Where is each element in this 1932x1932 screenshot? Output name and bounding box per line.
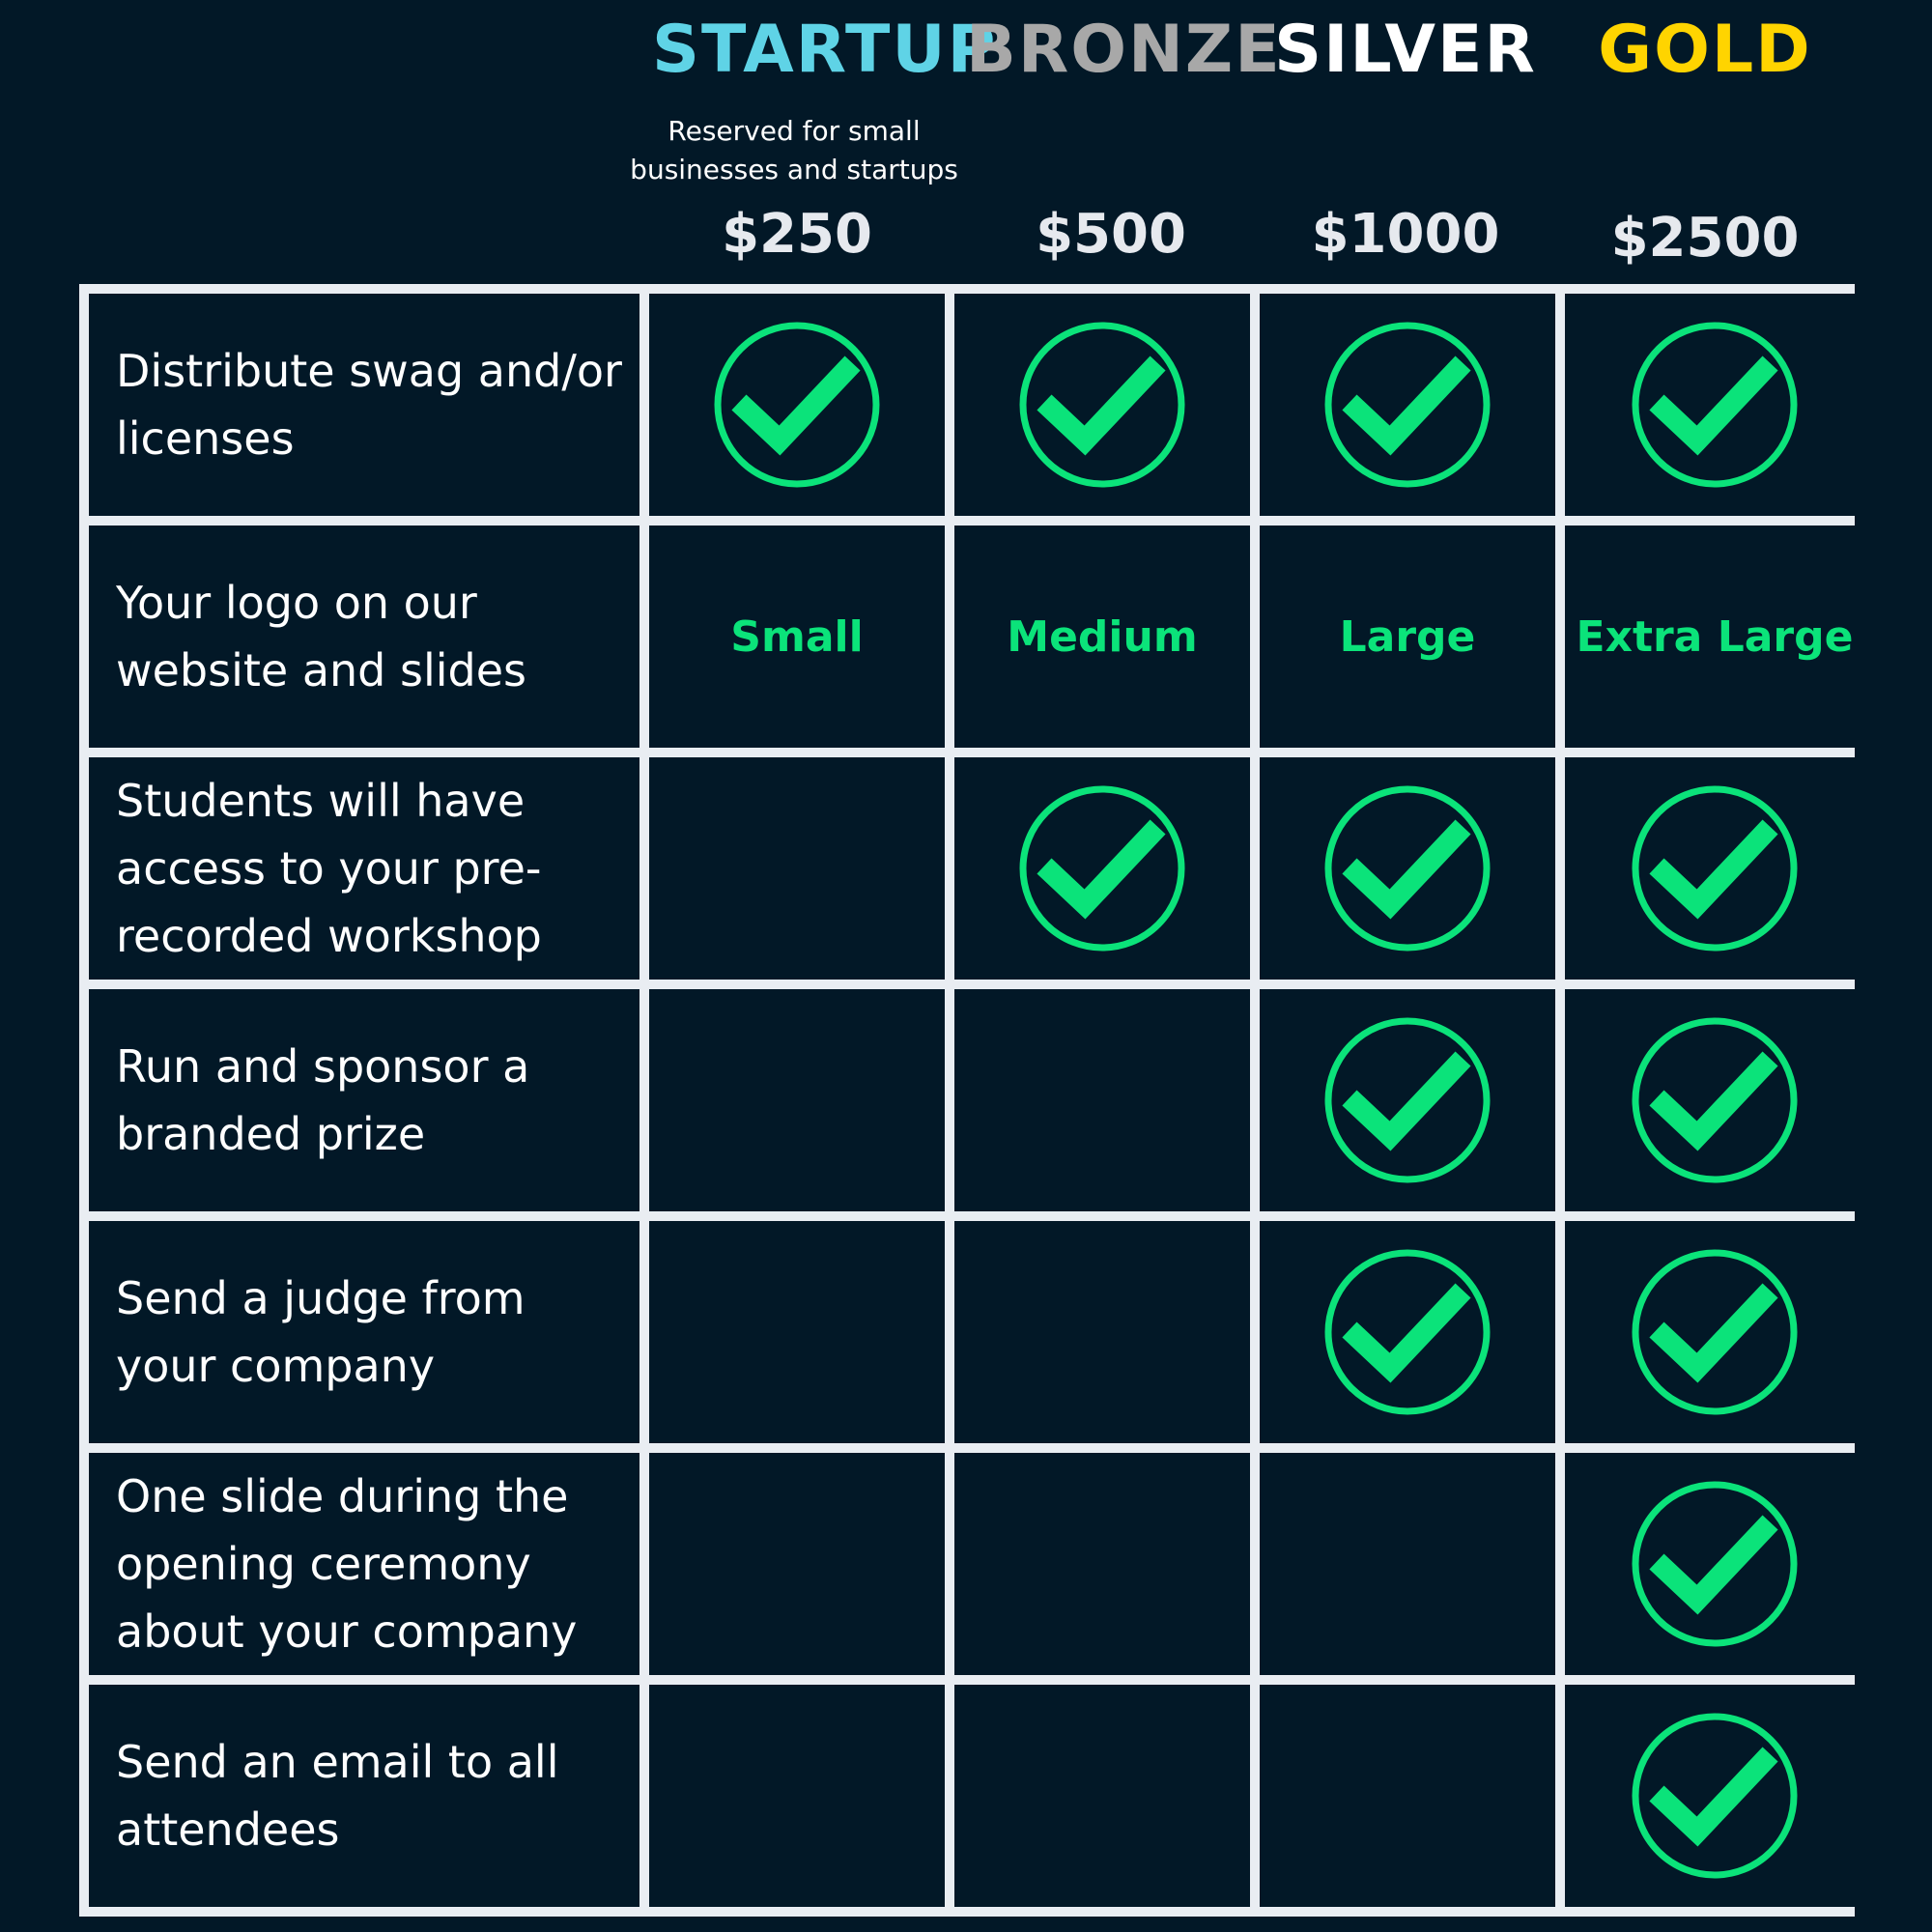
tier-price-silver: $1000 [1311,203,1500,266]
benefit-label-cell: Students will have access to your pre-re… [89,757,639,980]
benefit-cell-silver [1260,294,1555,516]
benefit-cell-silver [1260,1453,1555,1675]
check-circle-icon [1628,781,1802,955]
tier-price-gold: $2500 [1610,207,1800,270]
benefit-cell-gold [1565,1685,1864,1907]
check-circle-icon [1628,1477,1802,1651]
benefit-cell-startup [649,1221,945,1443]
logo-size-label: Small [730,611,864,662]
check-circle-icon [1321,1013,1494,1187]
check-circle-icon [1321,318,1494,492]
benefit-label-cell: Distribute swag and/or licenses [89,294,639,516]
benefit-cell-gold [1565,1453,1864,1675]
check-circle-icon [1015,318,1189,492]
benefit-cell-gold [1565,1221,1864,1443]
benefit-label: One slide during the opening ceremony ab… [116,1470,578,1658]
benefit-label-cell: Your logo on our website and slides [89,526,639,748]
logo-size-label: Large [1339,611,1476,662]
benefit-cell-startup [649,989,945,1211]
benefit-cell-silver [1260,1685,1555,1907]
benefit-label-cell: Send an email to all attendees [89,1685,639,1907]
benefit-label: Send an email to all attendees [116,1736,559,1856]
benefit-cell-gold [1565,989,1864,1211]
tier-name-bronze: BRONZE [966,12,1282,88]
check-circle-icon [1015,781,1189,955]
sponsorship-benefits-table: Distribute swag and/or licenses Your logo… [79,284,1864,1917]
benefit-label-cell: Run and sponsor a branded prize [89,989,639,1211]
tier-price-bronze: $500 [1036,203,1186,266]
benefit-cell-bronze [954,989,1250,1211]
tier-name-silver: SILVER [1274,12,1537,88]
tier-name-gold: GOLD [1598,12,1812,88]
benefit-cell-gold [1565,757,1864,980]
check-circle-icon [1628,1709,1802,1883]
benefit-cell-silver [1260,989,1555,1211]
benefit-label: Send a judge from your company [116,1272,526,1392]
benefit-cell-gold [1565,294,1864,516]
benefit-cell-bronze [954,757,1250,980]
benefit-cell-gold: Extra Large [1565,526,1864,748]
benefit-label: Distribute swag and/or licenses [116,345,622,465]
benefit-cell-startup [649,757,945,980]
benefit-cell-silver [1260,1221,1555,1443]
benefit-cell-silver: Large [1260,526,1555,748]
benefit-cell-bronze [954,1221,1250,1443]
logo-size-label: Extra Large [1576,611,1854,662]
benefit-cell-bronze [954,1685,1250,1907]
benefit-cell-startup [649,1453,945,1675]
benefit-cell-bronze: Medium [954,526,1250,748]
check-circle-icon [1628,1245,1802,1419]
benefit-label-cell: One slide during the opening ceremony ab… [89,1453,639,1675]
check-circle-icon [710,318,884,492]
logo-size-label: Medium [1007,611,1198,662]
benefit-cell-bronze [954,294,1250,516]
check-circle-icon [1321,781,1494,955]
tier-price-startup: $250 [722,203,872,266]
tier-name-startup: STARTUP [652,12,998,88]
benefit-label: Students will have access to your pre-re… [116,775,542,962]
benefit-label-cell: Send a judge from your company [89,1221,639,1443]
benefit-label: Run and sponsor a branded prize [116,1040,530,1160]
check-circle-icon [1628,1013,1802,1187]
benefit-cell-silver [1260,757,1555,980]
benefit-cell-bronze [954,1453,1250,1675]
check-circle-icon [1321,1245,1494,1419]
check-circle-icon [1628,318,1802,492]
benefit-cell-startup: Small [649,526,945,748]
benefit-cell-startup [649,294,945,516]
benefit-cell-startup [649,1685,945,1907]
benefit-label: Your logo on our website and slides [116,577,526,696]
startup-tier-note: Reserved for small businesses and startu… [630,115,958,185]
